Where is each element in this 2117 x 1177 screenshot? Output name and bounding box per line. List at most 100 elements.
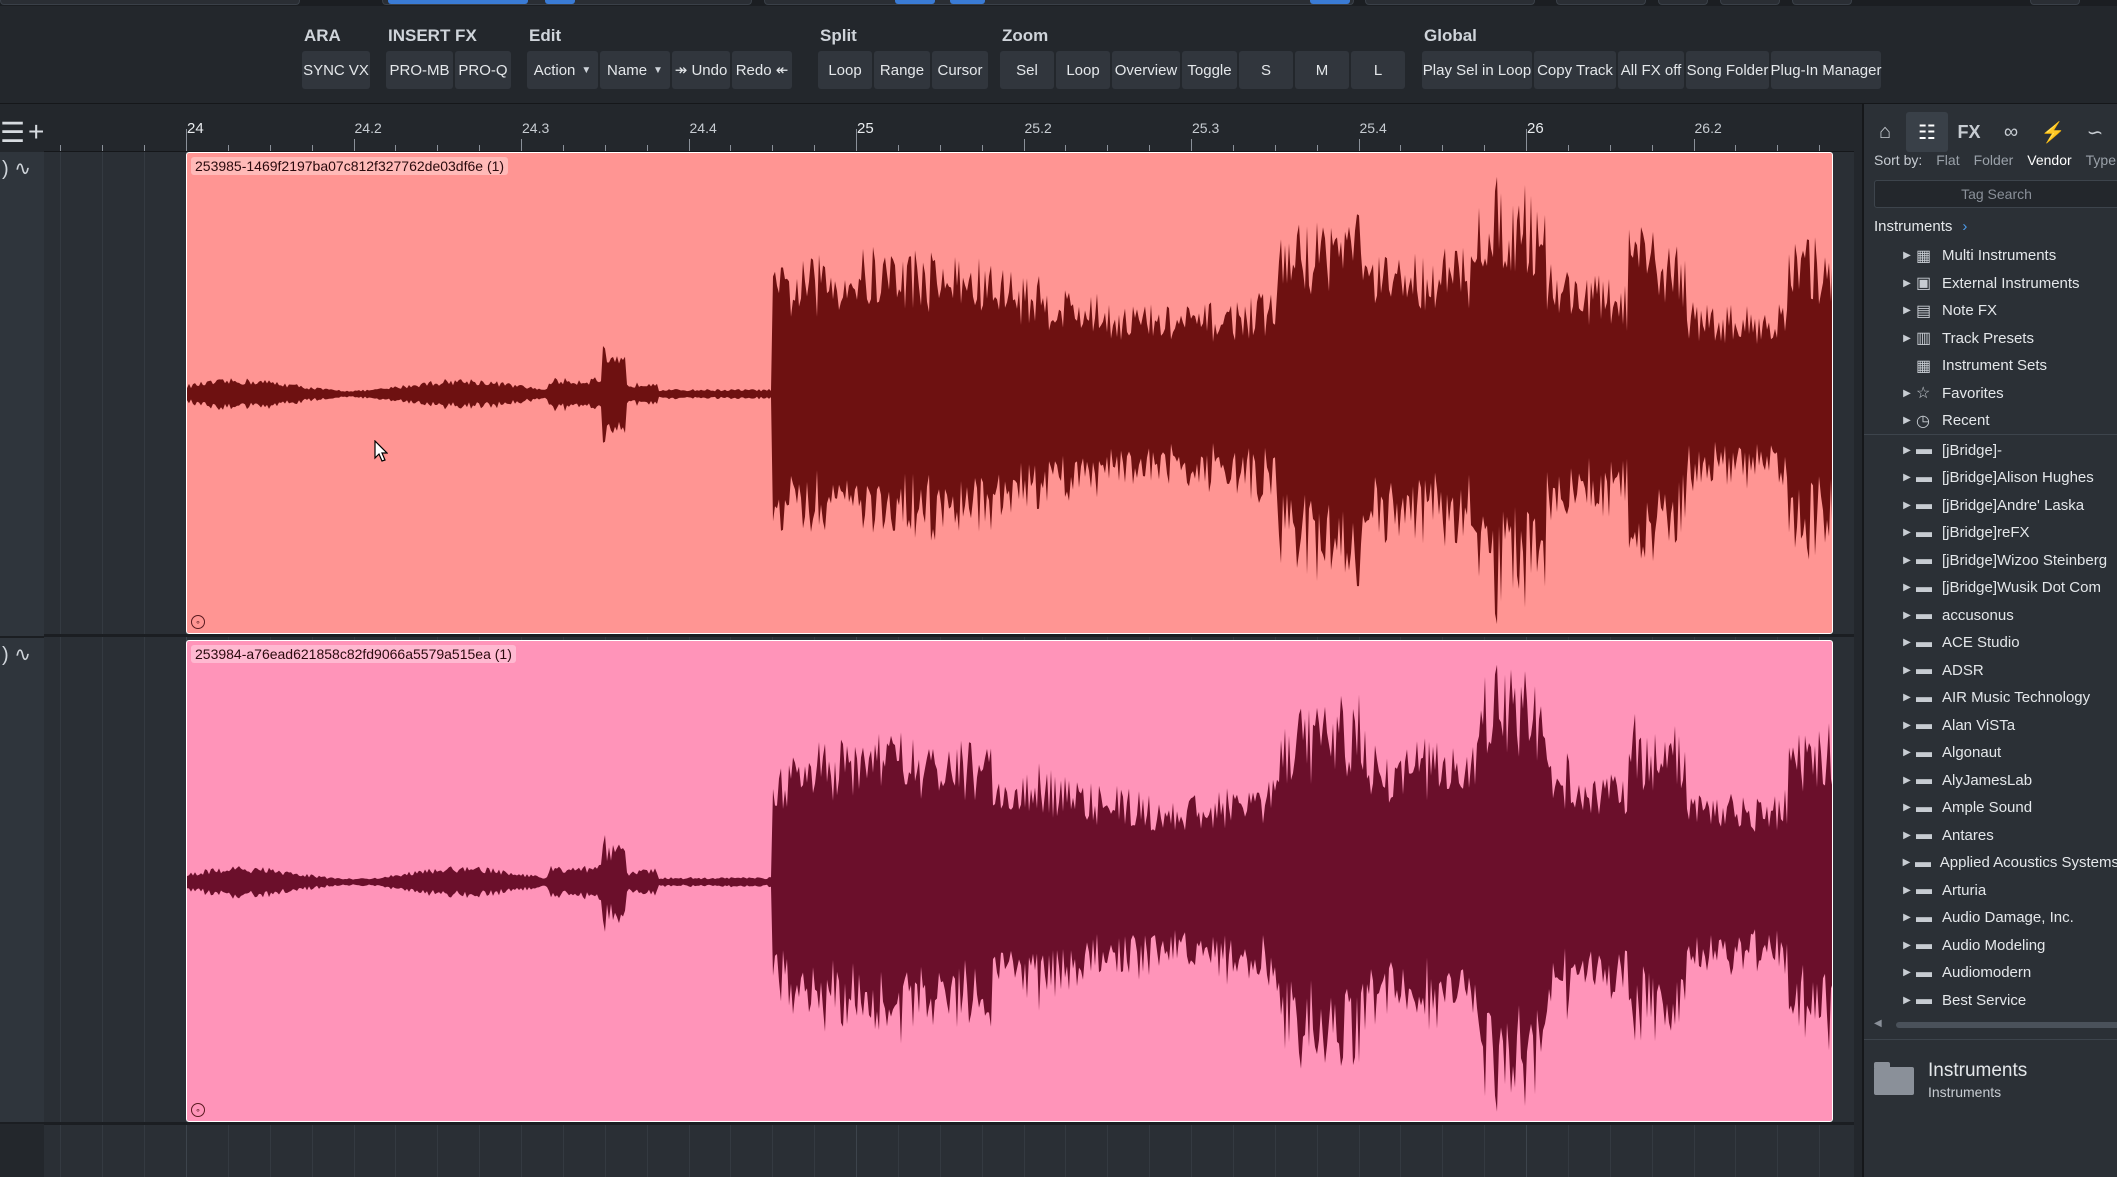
- expand-arrow-icon[interactable]: ▶: [1898, 830, 1916, 841]
- waveform-track-icon[interactable]: ) ∿: [2, 156, 31, 181]
- waveform-track-icon[interactable]: ) ∿: [2, 642, 31, 667]
- tree-item[interactable]: ▶ ▬ ACE Studio: [1864, 629, 2117, 656]
- sync-vx-button[interactable]: SYNC VX: [302, 51, 370, 89]
- tree-item[interactable]: ▶ ▬ ADSR: [1864, 657, 2117, 684]
- tree-item[interactable]: ▶ ▬ [jBridge]reFX: [1864, 519, 2117, 546]
- tree-item[interactable]: ▶ ▬ AlyJamesLab: [1864, 767, 2117, 794]
- top-strip-segment[interactable]: [1720, 0, 1780, 5]
- expand-arrow-icon[interactable]: ▶: [1898, 857, 1915, 868]
- expand-arrow-icon[interactable]: ▶: [1898, 747, 1916, 758]
- expand-arrow-icon[interactable]: ▶: [1898, 415, 1916, 426]
- split-cursor-button[interactable]: Cursor: [932, 51, 988, 89]
- zoom-sel-button[interactable]: Sel: [1000, 51, 1054, 89]
- zoom-s-button[interactable]: S: [1239, 51, 1293, 89]
- expand-arrow-icon[interactable]: ▶: [1898, 250, 1916, 261]
- tree-item[interactable]: ▶ ▬ [jBridge]Alison Hughes: [1864, 464, 2117, 491]
- expand-arrow-icon[interactable]: ▶: [1898, 582, 1916, 593]
- track-list-menu-icon[interactable]: ☰: [0, 116, 25, 149]
- tree-item[interactable]: ▶ ▬ Audio Damage, Inc.: [1864, 904, 2117, 931]
- instruments-icon[interactable]: ☷: [1906, 112, 1948, 152]
- zoom-toggle-button[interactable]: Toggle: [1182, 51, 1237, 89]
- scroll-left-icon[interactable]: ◀: [1874, 1018, 1882, 1029]
- top-strip-segment[interactable]: [1365, 0, 1535, 5]
- expand-arrow-icon[interactable]: ▶: [1898, 278, 1916, 289]
- tree-item[interactable]: ▶ ▬ [jBridge]-: [1864, 437, 2117, 464]
- tree-item[interactable]: ▶ ▬ Audio Modeling: [1864, 932, 2117, 959]
- tree-item[interactable]: ▦ Instrument Sets: [1864, 352, 2117, 379]
- expand-arrow-icon[interactable]: ▶: [1898, 995, 1916, 1006]
- expand-arrow-icon[interactable]: ▶: [1898, 720, 1916, 731]
- expand-arrow-icon[interactable]: ▶: [1898, 637, 1916, 648]
- expand-arrow-icon[interactable]: ▶: [1898, 692, 1916, 703]
- arrange-view[interactable]: 24 24.2 24.3 24.4 25 25.2 25.3 25.4 26 26.2 25398…: [44, 112, 1854, 1177]
- all-fx-off-button[interactable]: All FX off: [1618, 51, 1684, 89]
- top-strip-segment[interactable]: [764, 0, 1354, 5]
- top-strip-segment[interactable]: [2030, 0, 2080, 5]
- expand-arrow-icon[interactable]: ▶: [1898, 500, 1916, 511]
- expand-arrow-icon[interactable]: ▶: [1898, 388, 1916, 399]
- zoom-l-button[interactable]: L: [1351, 51, 1405, 89]
- zoom-loop-button[interactable]: Loop: [1056, 51, 1110, 89]
- tree-item[interactable]: ▶ ◷ Recent: [1864, 407, 2117, 434]
- tree-item[interactable]: ▶ ▬ Antares: [1864, 822, 2117, 849]
- expand-arrow-icon[interactable]: ▶: [1898, 527, 1916, 538]
- play-sel-in-loop-button[interactable]: Play Sel in Loop: [1422, 51, 1532, 89]
- expand-arrow-icon[interactable]: ▶: [1898, 445, 1916, 456]
- top-strip-segment[interactable]: [1556, 0, 1646, 5]
- expand-arrow-icon[interactable]: ▶: [1898, 940, 1916, 951]
- copy-track-button[interactable]: Copy Track: [1534, 51, 1616, 89]
- expand-arrow-icon[interactable]: ▶: [1898, 885, 1916, 896]
- expand-arrow-icon[interactable]: ▶: [1898, 472, 1916, 483]
- sort-flat[interactable]: Flat: [1936, 152, 1959, 176]
- song-folder-button[interactable]: Song Folder: [1686, 51, 1769, 89]
- tree-item[interactable]: ▶ ☆ Favorites: [1864, 380, 2117, 407]
- scroll-thumb[interactable]: [1896, 1022, 2117, 1028]
- tree-item[interactable]: ▶ ▣ External Instruments: [1864, 270, 2117, 297]
- fx-tab[interactable]: FX: [1948, 112, 1990, 152]
- expand-arrow-icon[interactable]: ▶: [1898, 665, 1916, 676]
- audio-clip[interactable]: 253984-a76ead621858c82fd9066a5579a515ea …: [186, 640, 1833, 1122]
- expand-arrow-icon[interactable]: ▶: [1898, 333, 1916, 344]
- files-icon[interactable]: ⚡: [2032, 112, 2074, 152]
- tag-search-input[interactable]: Tag Search: [1874, 180, 2117, 208]
- expand-arrow-icon[interactable]: ▶: [1898, 912, 1916, 923]
- plugin-manager-button[interactable]: Plug-In Manager: [1771, 51, 1881, 89]
- tree-item[interactable]: ▶ ▬ accusonus: [1864, 602, 2117, 629]
- sort-type[interactable]: Type: [2086, 152, 2116, 176]
- name-dropdown[interactable]: Name ▼: [600, 51, 670, 89]
- tree-item[interactable]: ▶ ▬ Alan ViSTa: [1864, 712, 2117, 739]
- tree-item[interactable]: ▶ ▬ AIR Music Technology: [1864, 684, 2117, 711]
- tree-item[interactable]: ▶ ▬ [jBridge]Wusik Dot Com: [1864, 574, 2117, 601]
- breadcrumb[interactable]: Instruments ›: [1874, 218, 1967, 235]
- expand-arrow-icon[interactable]: ▶: [1898, 967, 1916, 978]
- zoom-m-button[interactable]: M: [1295, 51, 1349, 89]
- tree-item[interactable]: ▶ ▬ [jBridge]Wizoo Steinberg: [1864, 547, 2117, 574]
- loops-icon[interactable]: ∞: [1990, 112, 2032, 152]
- top-strip-segment[interactable]: [0, 0, 300, 5]
- sort-vendor[interactable]: Vendor: [2027, 152, 2071, 176]
- expand-arrow-icon[interactable]: ▶: [1898, 305, 1916, 316]
- tree-item[interactable]: ▶ ▬ Ample Sound: [1864, 794, 2117, 821]
- tree-item[interactable]: ▶ ▤ Note FX: [1864, 297, 2117, 324]
- clip-loop-icon[interactable]: ⚬: [191, 1103, 205, 1117]
- tree-item[interactable]: ▶ ▥ Track Presets: [1864, 325, 2117, 352]
- tree-item[interactable]: ▶ ▬ Arturia: [1864, 877, 2117, 904]
- action-dropdown[interactable]: Action ▼: [527, 51, 598, 89]
- clip-loop-icon[interactable]: ⚬: [191, 615, 205, 629]
- timeline-ruler[interactable]: 24 24.2 24.3 24.4 25 25.2 25.3 25.4 26 26.2: [44, 112, 1854, 152]
- expand-arrow-icon[interactable]: ▶: [1898, 555, 1916, 566]
- pro-mb-button[interactable]: PRO-MB: [386, 51, 453, 89]
- expand-arrow-icon[interactable]: ▶: [1898, 610, 1916, 621]
- expand-arrow-icon[interactable]: ▶: [1898, 775, 1916, 786]
- tree-item[interactable]: ▶ ▬ Applied Acoustics Systems: [1864, 849, 2117, 876]
- expand-arrow-icon[interactable]: ▶: [1898, 802, 1916, 813]
- tree-item[interactable]: ▶ ▬ Algonaut: [1864, 739, 2117, 766]
- tree-item[interactable]: ▶ ▬ Audiomodern: [1864, 959, 2117, 986]
- top-strip-segment[interactable]: [1792, 0, 1852, 5]
- undo-button[interactable]: ↠ Undo: [672, 51, 730, 89]
- top-strip-segment[interactable]: [1658, 0, 1708, 5]
- redo-button[interactable]: Redo ↞: [732, 51, 792, 89]
- tree-item[interactable]: ▶ ▦ Multi Instruments: [1864, 242, 2117, 269]
- audio-clip[interactable]: 253985-1469f2197ba07c812f327762de03df6e …: [186, 152, 1833, 634]
- horizontal-scrollbar[interactable]: ◀: [1874, 1018, 2117, 1030]
